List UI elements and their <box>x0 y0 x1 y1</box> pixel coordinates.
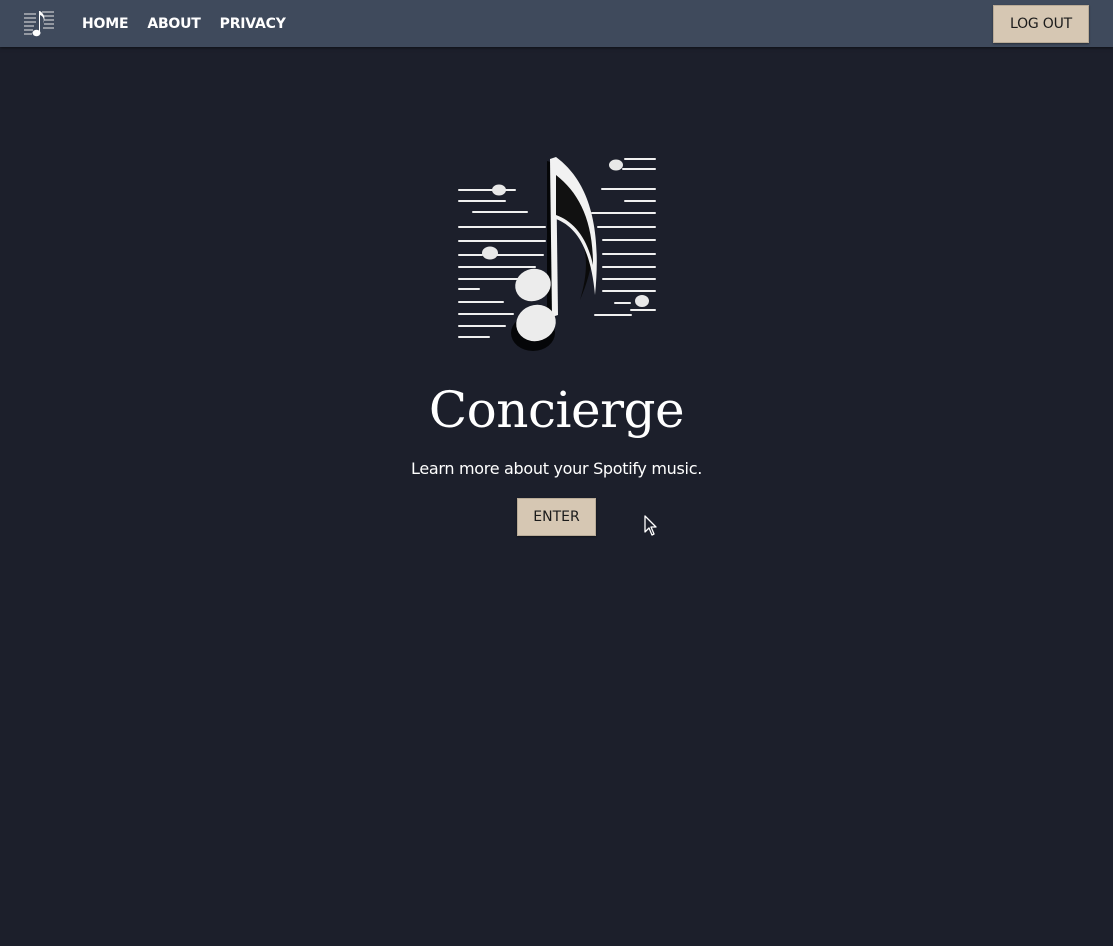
top-navbar: HOME ABOUT PRIVACY LOG OUT <box>0 0 1113 47</box>
nav-privacy-link[interactable]: PRIVACY <box>220 16 286 32</box>
music-note-staff-icon <box>458 157 656 351</box>
enter-button[interactable]: ENTER <box>517 498 596 536</box>
logout-button[interactable]: LOG OUT <box>993 5 1089 43</box>
nav-about-link[interactable]: ABOUT <box>147 16 201 32</box>
app-title: Concierge <box>428 381 685 439</box>
nav-links: HOME ABOUT PRIVACY <box>82 0 286 47</box>
app-subtitle: Learn more about your Spotify music. <box>411 459 702 478</box>
mouse-cursor-icon <box>644 515 657 536</box>
music-note-logo-icon[interactable] <box>22 7 56 41</box>
nav-home-link[interactable]: HOME <box>82 16 129 32</box>
